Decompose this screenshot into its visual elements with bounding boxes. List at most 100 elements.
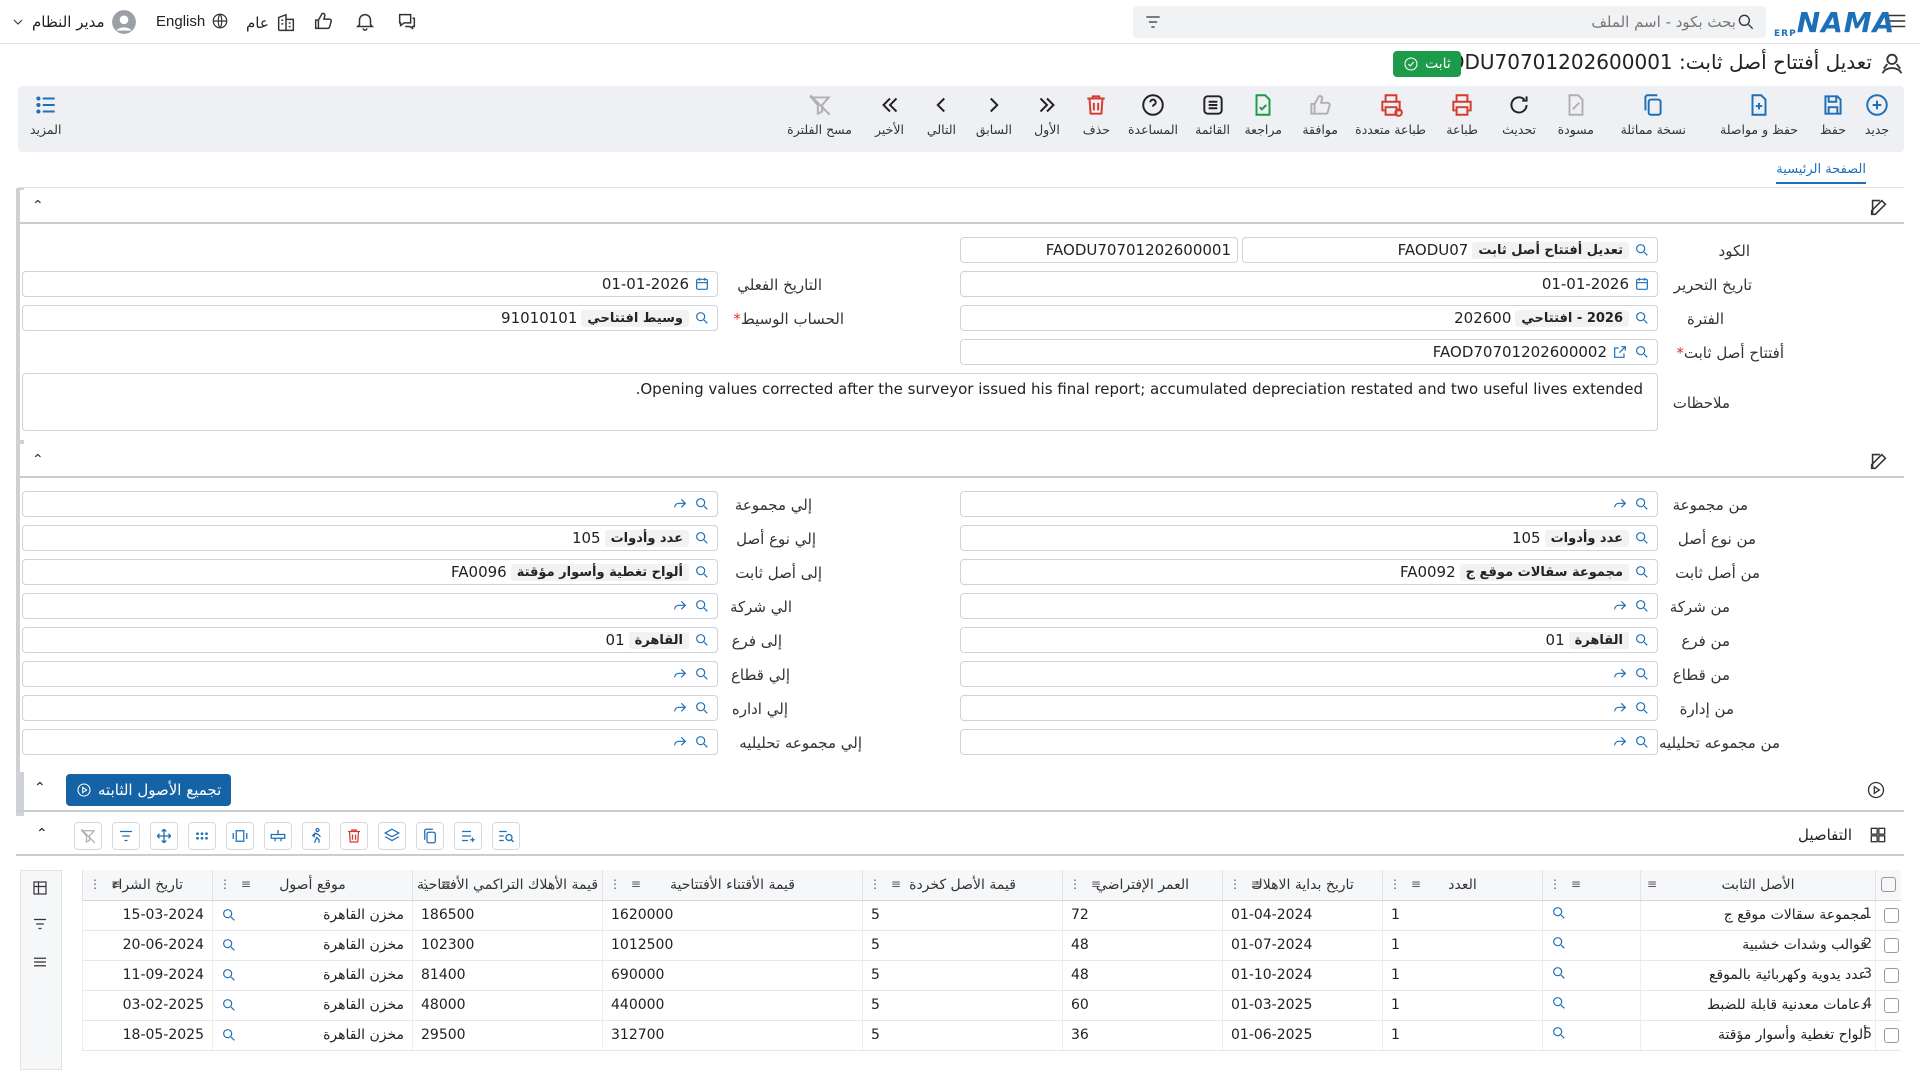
asset-location-cell[interactable]: مخزن القاهرة [212, 930, 413, 961]
purchase-date-cell[interactable]: 03-02-2025 [82, 990, 213, 1021]
depreciation-start-cell[interactable]: 01-04-2024 [1222, 900, 1383, 931]
acquisition-value-cell[interactable]: 312700 [602, 1020, 863, 1051]
depreciation-start-cell[interactable]: 01-10-2024 [1222, 960, 1383, 991]
table-row[interactable]: 18-05-2025 مخزن القاهرة 29500 312700 5 36 01-0… [82, 1020, 1901, 1051]
multi-print-button[interactable]: طباعة متعددة [1355, 92, 1426, 137]
row-select-cell[interactable] [1875, 990, 1901, 1021]
like-button[interactable] [312, 10, 334, 32]
row-checkbox[interactable] [1884, 907, 1899, 923]
print-button[interactable]: طباعة [1446, 92, 1478, 137]
to-dept-field[interactable] [22, 695, 718, 721]
edit-icon[interactable] [1868, 196, 1890, 222]
share-icon[interactable] [671, 665, 689, 683]
from-group-field[interactable] [960, 491, 1658, 517]
scrap-value-cell[interactable]: 5 [862, 960, 1063, 991]
help-button[interactable]: المساعدة [1128, 92, 1178, 137]
accumulated-depreciation-cell[interactable]: 81400 [412, 960, 603, 991]
quantity-cell[interactable]: 1 [1382, 930, 1543, 961]
asset-name-cell[interactable]: عدد يدوية وكهربائية بالموقع [1640, 960, 1876, 991]
from-branch-field[interactable]: القاهرة 01 [960, 627, 1658, 653]
language-selector[interactable]: English [156, 12, 229, 30]
grid-filter-button[interactable] [112, 822, 140, 850]
useful-life-cell[interactable]: 48 [1062, 960, 1223, 991]
row-select-cell[interactable] [1875, 930, 1901, 961]
save-continue-button[interactable]: حفظ و مواصلة [1720, 92, 1798, 137]
search-lookup-icon[interactable] [221, 997, 237, 1013]
save-button[interactable]: حفظ [1820, 92, 1846, 137]
purchase-date-cell[interactable]: 20-06-2024 [82, 930, 213, 961]
share-icon[interactable] [1611, 495, 1629, 513]
search-input[interactable] [1163, 13, 1736, 31]
search-lookup-icon[interactable] [1633, 597, 1651, 615]
asset-name-cell[interactable]: قوالب وشدات خشبية [1640, 930, 1876, 961]
depreciation-start-cell[interactable]: 01-07-2024 [1222, 930, 1383, 961]
to-asset-field[interactable]: ألواح تغطية وأسوار مؤقتة FA0096 [22, 559, 718, 585]
edit-date-field[interactable]: 01-01-2026 [960, 271, 1658, 297]
acquisition-value-cell[interactable]: 690000 [602, 960, 863, 991]
purchase-date-cell[interactable]: 18-05-2025 [82, 1020, 213, 1051]
next-button[interactable]: التالي [927, 92, 956, 137]
search-lookup-icon[interactable] [1551, 1025, 1567, 1041]
asset-lookup-cell[interactable] [1542, 960, 1641, 991]
useful-life-cell[interactable]: 72 [1062, 900, 1223, 931]
search-lookup-icon[interactable] [693, 665, 711, 683]
filter-icon[interactable] [1143, 12, 1163, 32]
col-header[interactable]: ⋮ ≡ قيمة الأصل كخردة [862, 870, 1063, 901]
table-row[interactable]: 20-06-2024 مخزن القاهرة 102300 1012500 5 48 01… [82, 930, 1901, 961]
share-icon[interactable] [671, 495, 689, 513]
accumulated-depreciation-cell[interactable]: 48000 [412, 990, 603, 1021]
col-header[interactable]: ⋮ ≡ موقع أصول [212, 870, 413, 901]
search-lookup-icon[interactable] [221, 967, 237, 983]
scrap-value-cell[interactable]: 5 [862, 930, 1063, 961]
search-lookup-icon[interactable] [1633, 495, 1651, 513]
to-company-field[interactable] [22, 593, 718, 619]
asset-lookup-cell[interactable] [1542, 930, 1641, 961]
search-rows-button[interactable] [492, 822, 520, 850]
move-button[interactable] [150, 822, 178, 850]
scrap-value-cell[interactable]: 5 [862, 900, 1063, 931]
intermediate-field[interactable]: وسيط افتتاحي 91010101 [22, 305, 718, 331]
col-header[interactable]: ⋮ ≡ قيمة الأقتناء الأفتتاحية [602, 870, 863, 901]
search-lookup-icon[interactable] [693, 733, 711, 751]
row-checkbox[interactable] [1884, 1027, 1899, 1043]
table-row[interactable]: 03-02-2025 مخزن القاهرة 48000 440000 5 60 01-0… [82, 990, 1901, 1021]
depreciation-start-cell[interactable]: 01-06-2025 [1222, 1020, 1383, 1051]
to-analytic-field[interactable] [22, 729, 718, 755]
acquisition-value-cell[interactable]: 1620000 [602, 900, 863, 931]
col-header[interactable]: ⋮ ≡ [1542, 870, 1641, 901]
copy-row-button[interactable] [416, 822, 444, 850]
search-lookup-icon[interactable] [1633, 563, 1651, 581]
col-header[interactable]: ≡ الأصل الثابت [1640, 870, 1876, 901]
row-checkbox[interactable] [1884, 997, 1899, 1013]
edit-icon[interactable] [1868, 450, 1890, 476]
add-lines-button[interactable] [454, 822, 482, 850]
menu-lines-icon[interactable] [31, 953, 49, 971]
select-all-checkbox[interactable] [1880, 877, 1896, 893]
search-lookup-icon[interactable] [693, 495, 711, 513]
dots-grid-button[interactable] [188, 822, 216, 850]
more-button[interactable]: المزيد [30, 92, 61, 137]
search-lookup-icon[interactable] [221, 937, 237, 953]
scrap-value-cell[interactable]: 5 [862, 990, 1063, 1021]
to-type-field[interactable]: عدد وأدوات 105 [22, 525, 718, 551]
to-branch-field[interactable]: القاهرة 01 [22, 627, 718, 653]
collapse-icon[interactable]: ⌃ [36, 826, 48, 842]
asset-lookup-cell[interactable] [1542, 990, 1641, 1021]
calendar-icon[interactable] [1633, 275, 1651, 293]
from-type-field[interactable]: عدد وأدوات 105 [960, 525, 1658, 551]
calendar-icon[interactable] [693, 275, 711, 293]
search-lookup-icon[interactable] [1551, 905, 1567, 921]
new-button[interactable]: جديد [1864, 92, 1890, 137]
asset-location-cell[interactable]: مخزن القاهرة [212, 900, 413, 931]
asset-lookup-cell[interactable] [1542, 1020, 1641, 1051]
code-field[interactable]: تعديل أفتتاح أصل ثابت FAODU07 [1242, 237, 1658, 263]
list-button[interactable]: القائمة [1195, 92, 1230, 137]
fit-columns-button[interactable] [226, 822, 254, 850]
row-select-cell[interactable] [1875, 900, 1901, 931]
run-button[interactable] [302, 822, 330, 850]
search-icon[interactable] [1736, 12, 1756, 32]
accumulated-depreciation-cell[interactable]: 186500 [412, 900, 603, 931]
play-circle-icon[interactable] [1866, 780, 1886, 800]
search-lookup-icon[interactable] [1633, 631, 1651, 649]
quantity-cell[interactable]: 1 [1382, 990, 1543, 1021]
